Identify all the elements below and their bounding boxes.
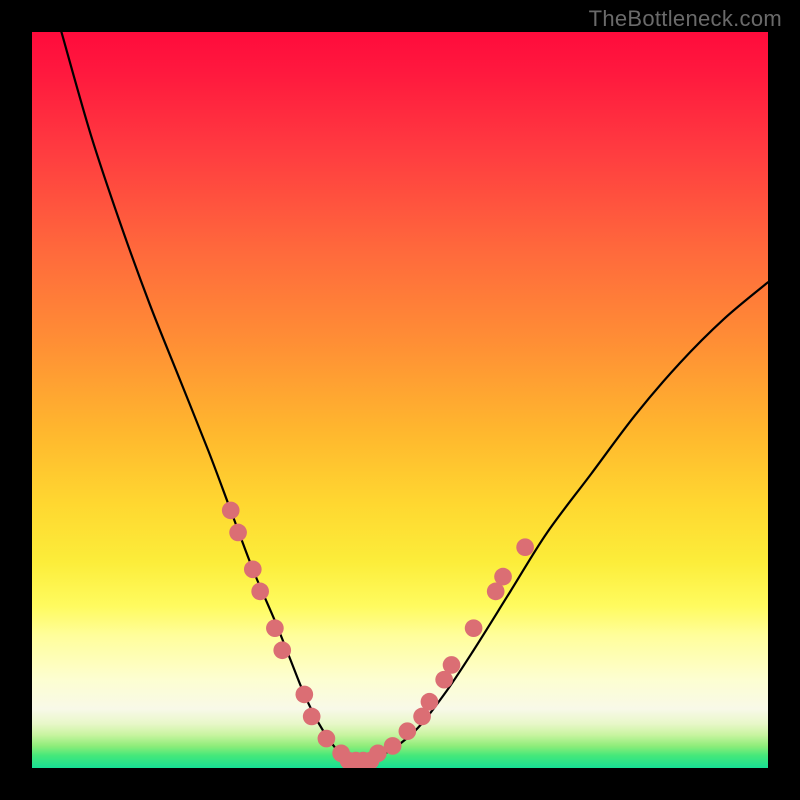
data-marker xyxy=(421,693,439,711)
data-marker xyxy=(222,502,240,520)
data-marker xyxy=(318,730,336,748)
data-marker xyxy=(303,708,321,726)
data-marker xyxy=(229,524,247,542)
chart-svg xyxy=(32,32,768,768)
plot-area xyxy=(32,32,768,768)
data-marker xyxy=(384,737,402,755)
data-marker xyxy=(251,583,269,601)
watermark-text: TheBottleneck.com xyxy=(589,6,782,32)
chart-frame: TheBottleneck.com xyxy=(0,0,800,800)
data-marker xyxy=(443,656,461,674)
data-marker xyxy=(273,641,291,659)
data-marker xyxy=(266,619,284,637)
marker-group xyxy=(222,502,534,768)
data-marker xyxy=(244,560,262,578)
data-marker xyxy=(494,568,512,586)
data-marker xyxy=(465,619,483,637)
data-marker xyxy=(399,722,417,740)
data-marker xyxy=(516,538,534,556)
data-marker xyxy=(295,686,313,704)
bottleneck-curve xyxy=(61,32,768,762)
